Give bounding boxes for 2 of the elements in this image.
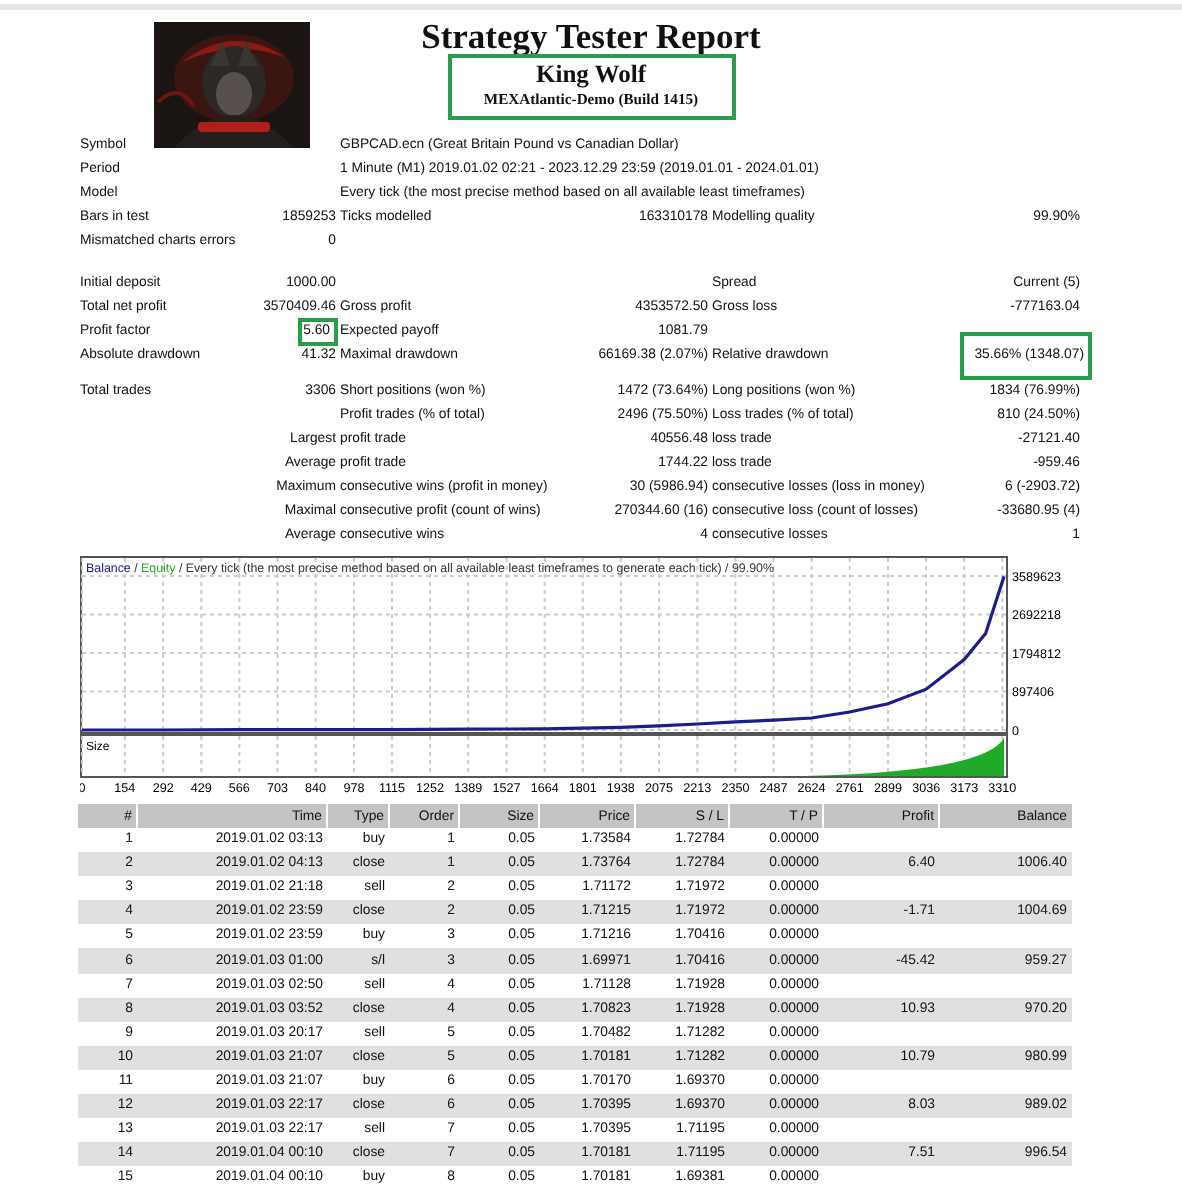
report-title: Strategy Tester Report — [421, 16, 761, 56]
expert-name: King Wolf — [536, 60, 646, 88]
